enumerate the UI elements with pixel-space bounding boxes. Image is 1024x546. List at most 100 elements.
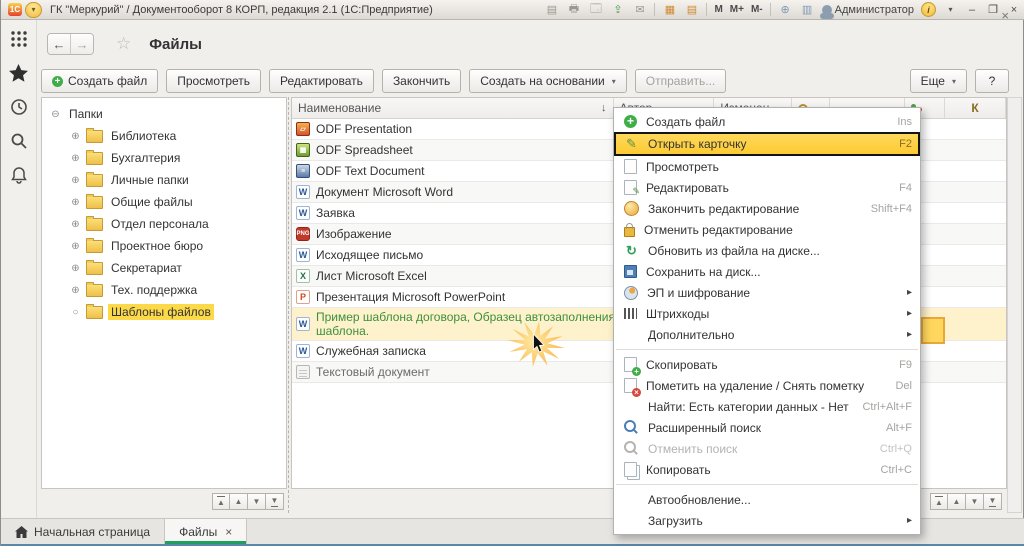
menu-item-эп-и-шифрование[interactable]: ЭП и шифрование▸ <box>614 282 920 303</box>
tab-начальная-страница[interactable]: Начальная страница <box>1 519 164 544</box>
menu-item-просмотреть[interactable]: Просмотреть <box>614 156 920 177</box>
toolbar-button-закончить[interactable]: Закончить <box>382 69 461 93</box>
scroll-bottom-button[interactable]: ▼ <box>266 493 284 510</box>
menu-item-расширенный-поиск[interactable]: Расширенный поискAlt+F <box>614 417 920 438</box>
toolbar-button-создать-файл[interactable]: +Создать файл <box>41 69 158 93</box>
menu-item-дополнительно[interactable]: Дополнительно▸ <box>614 324 920 345</box>
scroll-down-button[interactable]: ▼ <box>966 493 984 510</box>
expand-icon[interactable]: ⊕ <box>70 241 81 252</box>
menu-item-копировать[interactable]: КопироватьCtrl+C <box>614 459 920 480</box>
vertical-scrollbar[interactable] <box>1007 97 1022 513</box>
expand-icon[interactable]: ⊕ <box>70 285 81 296</box>
toolbar-button-создать-на-основании[interactable]: Создать на основании▾ <box>469 69 627 93</box>
folder-item[interactable]: ⊕Личные папки <box>46 169 282 191</box>
apps-grid-icon[interactable] <box>10 30 28 48</box>
menu-item-автообновление[interactable]: Автообновление... <box>614 489 920 510</box>
notifications-bell-icon[interactable] <box>10 166 28 184</box>
menu-item-найти-есть-категории-данных-нет[interactable]: Найти: Есть категории данных - НетCtrl+A… <box>614 396 920 417</box>
copyadd-icon <box>624 357 637 372</box>
folder-item[interactable]: ⊕Бухгалтерия <box>46 147 282 169</box>
folder-item[interactable]: ○Шаблоны файлов <box>46 301 282 323</box>
expand-icon[interactable]: ⊕ <box>70 175 81 186</box>
context-menu: +Создать файлIns✎Открыть карточкуF2Просм… <box>613 107 921 535</box>
scroll-bottom-button[interactable]: ▼ <box>984 493 1002 510</box>
user-badge[interactable]: Администратор <box>822 4 914 16</box>
folder-item[interactable]: ⊕Секретариат <box>46 257 282 279</box>
expand-icon[interactable]: ⊕ <box>70 153 81 164</box>
scroll-up-button[interactable]: ▲ <box>230 493 248 510</box>
help-button[interactable]: ? <box>975 69 1009 93</box>
zoom-icon[interactable]: ⊕ <box>778 3 793 17</box>
menu-item-загрузить[interactable]: Загрузить▸ <box>614 510 920 531</box>
search-icon[interactable] <box>10 132 28 150</box>
tab-файлы[interactable]: Файлы× <box>164 519 247 544</box>
menu-item-обновить-из-файла-на-диске[interactable]: ↻Обновить из файла на диске... <box>614 240 920 261</box>
tab-close-icon[interactable]: × <box>225 525 232 539</box>
expand-icon[interactable]: ⊕ <box>70 131 81 142</box>
chevron-down-icon[interactable]: ▾ <box>943 3 958 17</box>
scroll-up-button[interactable]: ▲ <box>948 493 966 510</box>
folder-tree-root[interactable]: ⊖Папки <box>46 103 282 125</box>
leaf-icon[interactable]: ○ <box>70 307 81 318</box>
favorite-star-icon[interactable]: ☆ <box>116 34 131 54</box>
calendar-icon[interactable]: ▤ <box>684 3 699 17</box>
menu-item-пометить-на-удаление-снять-пометку[interactable]: Пометить на удаление / Снять пометкуDel <box>614 375 920 396</box>
scroll-down-button[interactable]: ▼ <box>248 493 266 510</box>
excel-file-icon: X <box>296 269 310 283</box>
menu-item-скопировать[interactable]: СкопироватьF9 <box>614 354 920 375</box>
scroll-top-button[interactable]: ▲ <box>930 493 948 510</box>
mail-icon[interactable]: ✉ <box>632 3 647 17</box>
menu-item-shortcut: Ctrl+Alt+F <box>862 401 912 413</box>
form-close-icon[interactable]: × <box>1001 8 1009 23</box>
panel-splitter[interactable] <box>288 97 289 513</box>
scale-m-minus-button[interactable]: M- <box>751 3 763 17</box>
menu-item-закончить-редактирование[interactable]: Закончить редактированиеShift+F4 <box>614 198 920 219</box>
toolbar-button-редактировать[interactable]: Редактировать <box>269 69 374 93</box>
expand-icon[interactable]: ⊕ <box>70 263 81 274</box>
history-clock-icon[interactable] <box>10 98 28 116</box>
folder-icon <box>86 262 103 275</box>
calculator-icon[interactable]: ▦ <box>662 3 677 17</box>
folder-item[interactable]: ⊕Тех. поддержка <box>46 279 282 301</box>
send-icon[interactable]: ⇪ <box>610 3 625 17</box>
minimize-button[interactable]: – <box>965 4 979 16</box>
split-view-icon[interactable]: ▥ <box>800 3 815 17</box>
print-icon[interactable]: 🖶 <box>566 3 581 17</box>
column-header-наименование[interactable]: Наименование↓ <box>292 98 614 118</box>
menu-item-label: Скопировать <box>646 358 718 372</box>
close-button[interactable]: × <box>1007 4 1021 16</box>
forward-button[interactable]: → <box>70 34 93 54</box>
menu-item-label: Сохранить на диск... <box>646 265 761 279</box>
main-menu-button[interactable]: ▾ <box>25 2 42 18</box>
toolbar-button-отправить-[interactable]: Отправить... <box>635 69 727 93</box>
favorites-star-icon[interactable] <box>9 64 28 82</box>
column-header-к[interactable]: К <box>945 98 1006 118</box>
scale-m-button[interactable]: M <box>714 3 722 17</box>
folder-item[interactable]: ⊕Общие файлы <box>46 191 282 213</box>
menu-item-отменить-поиск[interactable]: Отменить поискCtrl+Q <box>614 438 920 459</box>
back-button[interactable]: ← <box>48 34 70 54</box>
folder-item[interactable]: ⊕Отдел персонала <box>46 213 282 235</box>
collapse-icon[interactable]: ⊖ <box>50 109 61 120</box>
chevron-down-icon: ▾ <box>612 77 616 86</box>
expand-icon[interactable]: ⊕ <box>70 219 81 230</box>
word-file-icon: W <box>296 185 310 199</box>
scale-m-plus-button[interactable]: M+ <box>730 3 744 17</box>
expand-icon[interactable]: ⊕ <box>70 197 81 208</box>
menu-item-отменить-редактирование[interactable]: Отменить редактирование <box>614 219 920 240</box>
print-preview-icon[interactable]: 🗔 <box>588 3 603 17</box>
menu-item-открыть-карточку[interactable]: ✎Открыть карточкуF2 <box>614 132 920 156</box>
toolbar-button-просмотреть[interactable]: Просмотреть <box>166 69 261 93</box>
menu-item-создать-файл[interactable]: +Создать файлIns <box>614 111 920 132</box>
files-scroll-buttons: ▲ ▲ ▼ ▼ <box>930 493 1002 510</box>
more-button[interactable]: Еще ▾ <box>910 69 967 93</box>
menu-item-сохранить-на-диск[interactable]: Сохранить на диск... <box>614 261 920 282</box>
folder-item[interactable]: ⊕Библиотека <box>46 125 282 147</box>
folder-item[interactable]: ⊕Проектное бюро <box>46 235 282 257</box>
scroll-top-button[interactable]: ▲ <box>212 493 230 510</box>
menu-item-редактировать[interactable]: РедактироватьF4 <box>614 177 920 198</box>
menu-item-штрихкоды[interactable]: Штрихкоды▸ <box>614 303 920 324</box>
maximize-button[interactable]: ❐ <box>986 3 1000 16</box>
save-icon[interactable]: ▤ <box>544 3 559 17</box>
info-icon[interactable]: i <box>921 2 936 17</box>
